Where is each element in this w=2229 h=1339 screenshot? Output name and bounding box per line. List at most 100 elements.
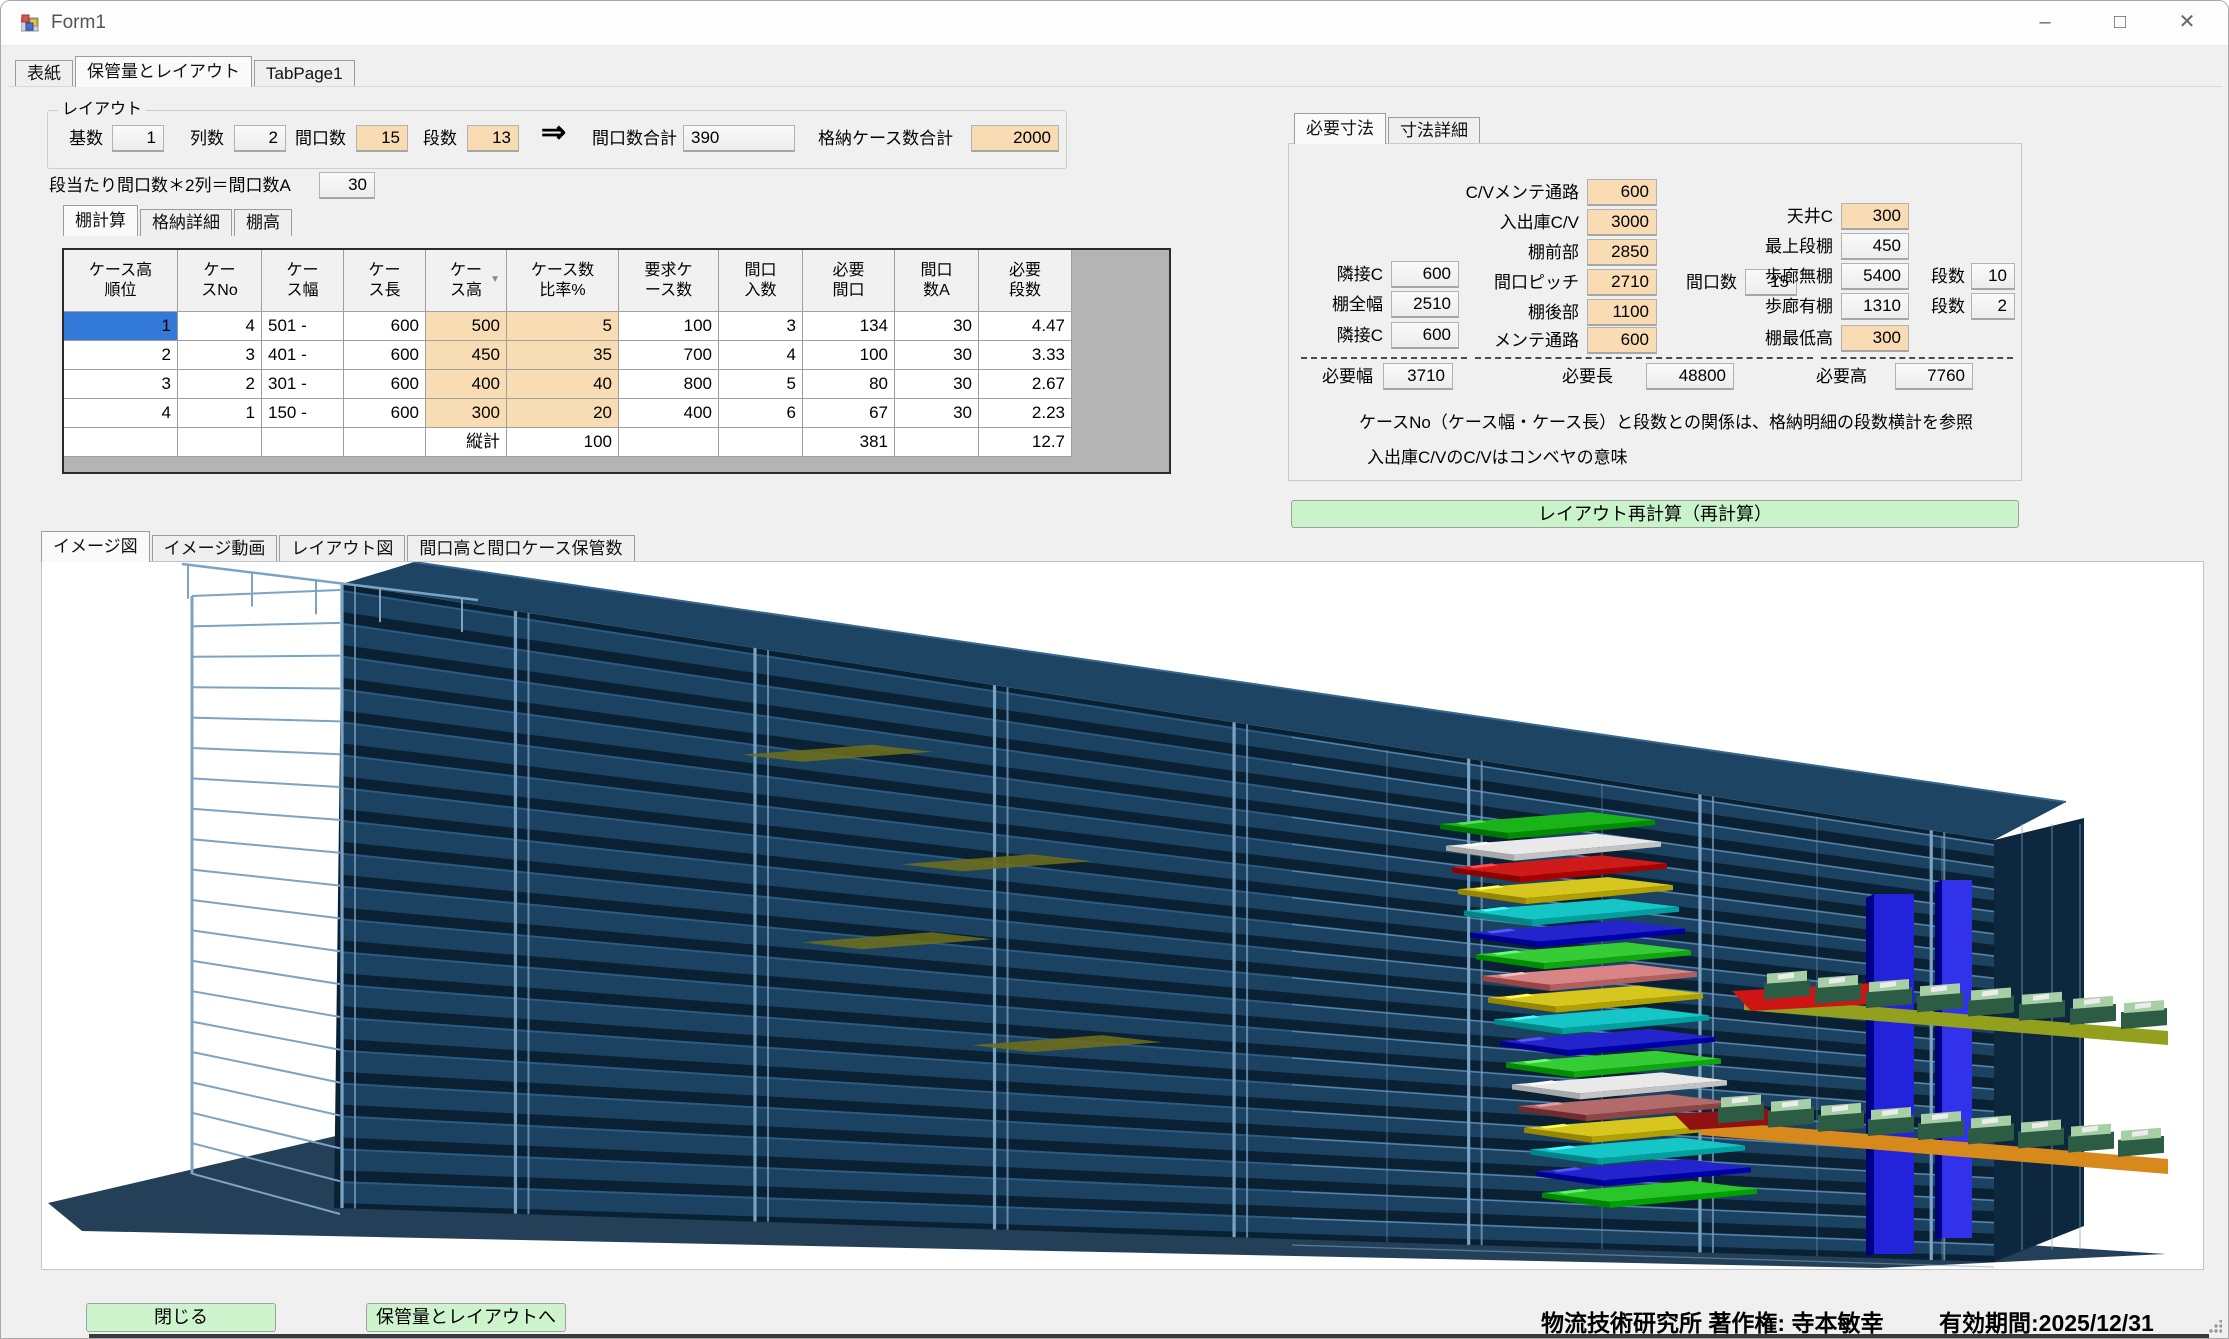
- tab-shelf-calc[interactable]: 棚計算: [63, 205, 138, 236]
- walkway-shelf-field[interactable]: 1310: [1841, 293, 1909, 320]
- cell[interactable]: 100: [803, 341, 895, 370]
- col-header-case-height[interactable]: ケー ス高▼: [426, 250, 507, 312]
- cell[interactable]: [895, 428, 979, 457]
- cell[interactable]: 100: [619, 312, 719, 341]
- cell[interactable]: 30: [895, 312, 979, 341]
- tab-dims-detail[interactable]: 寸法詳細: [1388, 117, 1480, 144]
- cell[interactable]: 20: [507, 399, 619, 428]
- col-header[interactable]: 間口 数A: [895, 250, 979, 312]
- tab-shelf-height[interactable]: 棚高: [234, 209, 292, 236]
- cell[interactable]: 4: [178, 312, 262, 341]
- close-button[interactable]: ✕: [2154, 1, 2220, 44]
- tab-image-view[interactable]: イメージ図: [41, 531, 150, 562]
- cell[interactable]: 700: [619, 341, 719, 370]
- minimize-button[interactable]: –: [2012, 1, 2078, 44]
- cell[interactable]: 4: [64, 399, 178, 428]
- cell[interactable]: 4.47: [979, 312, 1072, 341]
- cell[interactable]: [719, 428, 803, 457]
- cell[interactable]: 401 - 500: [262, 341, 344, 370]
- col-header[interactable]: ケース高 順位: [64, 250, 178, 312]
- cell[interactable]: 3: [64, 370, 178, 399]
- cell[interactable]: 400: [426, 370, 507, 399]
- tab-required-dims[interactable]: 必要寸法: [1294, 113, 1386, 144]
- shelf-min-height-field[interactable]: 300: [1841, 325, 1909, 352]
- base-count-field[interactable]: 1: [112, 125, 164, 152]
- tab-tabpage1[interactable]: TabPage1: [254, 60, 355, 87]
- cell[interactable]: 1: [64, 312, 178, 341]
- io-conveyor-field[interactable]: 3000: [1587, 209, 1657, 236]
- cell[interactable]: 12.7: [979, 428, 1072, 457]
- cell[interactable]: 2.67: [979, 370, 1072, 399]
- tab-cover[interactable]: 表紙: [15, 60, 73, 87]
- col-header[interactable]: ケー ス幅: [262, 250, 344, 312]
- cell[interactable]: 3: [178, 341, 262, 370]
- cell[interactable]: 35: [507, 341, 619, 370]
- cell[interactable]: 80: [803, 370, 895, 399]
- cell[interactable]: 30: [895, 370, 979, 399]
- cell[interactable]: 600: [344, 399, 426, 428]
- cell[interactable]: 30: [895, 399, 979, 428]
- resize-grip[interactable]: [2208, 1320, 2222, 1334]
- tab-layout-view[interactable]: レイアウト図: [279, 535, 405, 562]
- cell[interactable]: 30: [895, 341, 979, 370]
- cell[interactable]: 600: [344, 370, 426, 399]
- cell[interactable]: 3: [719, 312, 803, 341]
- col-header[interactable]: ケース数 比率%: [507, 250, 619, 312]
- cell[interactable]: 2: [178, 370, 262, 399]
- per-stage-field[interactable]: 30: [319, 172, 375, 199]
- walkway-noshelf-field[interactable]: 5400: [1841, 263, 1909, 290]
- shelf-rear-field[interactable]: 1100: [1587, 299, 1657, 326]
- cell[interactable]: 2: [64, 341, 178, 370]
- col-header[interactable]: 必要 間口: [803, 250, 895, 312]
- col-header[interactable]: 間口 入数: [719, 250, 803, 312]
- tab-opening-height[interactable]: 間口高と間口ケース保管数: [407, 535, 634, 562]
- tab-storage-detail[interactable]: 格納詳細: [140, 209, 232, 236]
- stages-noshelf-field[interactable]: 10: [1971, 263, 2015, 290]
- cell[interactable]: [619, 428, 719, 457]
- cell[interactable]: 600: [344, 312, 426, 341]
- stage-count-field[interactable]: 13: [467, 125, 519, 152]
- tab-storage-layout[interactable]: 保管量とレイアウト: [75, 56, 252, 87]
- cell[interactable]: 400: [619, 399, 719, 428]
- required-width-field[interactable]: 3710: [1383, 363, 1453, 390]
- maximize-button[interactable]: □: [2087, 1, 2153, 44]
- total-cases-field[interactable]: 2000: [971, 125, 1059, 152]
- cell[interactable]: [344, 428, 426, 457]
- layout-recalc-button[interactable]: レイアウト再計算（再計算）: [1291, 500, 2019, 528]
- cell[interactable]: 1: [178, 399, 262, 428]
- close-form-button[interactable]: 閉じる: [86, 1303, 276, 1332]
- cell[interactable]: 67: [803, 399, 895, 428]
- top-shelf-field[interactable]: 450: [1841, 233, 1909, 260]
- cell[interactable]: 134: [803, 312, 895, 341]
- ceiling-c-field[interactable]: 300: [1841, 203, 1909, 230]
- cell[interactable]: 500: [426, 312, 507, 341]
- col-header[interactable]: ケー スNo: [178, 250, 262, 312]
- shelf-front-field[interactable]: 2850: [1587, 239, 1657, 266]
- total-openings-field[interactable]: 390: [683, 125, 795, 152]
- cell[interactable]: [64, 428, 178, 457]
- opening-pitch-field[interactable]: 2710: [1587, 269, 1657, 296]
- goto-storage-layout-button[interactable]: 保管量とレイアウトへ: [366, 1303, 566, 1332]
- opening-count-field[interactable]: 15: [356, 125, 408, 152]
- col-header[interactable]: 要求ケ ース数: [619, 250, 719, 312]
- cell[interactable]: 100: [507, 428, 619, 457]
- cell[interactable]: 4: [719, 341, 803, 370]
- tab-image-anim[interactable]: イメージ動画: [152, 535, 278, 562]
- cell[interactable]: 150 - 300: [262, 399, 344, 428]
- cell[interactable]: 40: [507, 370, 619, 399]
- cell[interactable]: 800: [619, 370, 719, 399]
- stages-shelf-field[interactable]: 2: [1971, 293, 2015, 320]
- cell[interactable]: 301 - 400: [262, 370, 344, 399]
- cell[interactable]: 3.33: [979, 341, 1072, 370]
- row-count-field[interactable]: 2: [234, 125, 286, 152]
- col-header[interactable]: ケー ス長: [344, 250, 426, 312]
- col-header[interactable]: 必要 段数: [979, 250, 1072, 312]
- cell[interactable]: 5: [719, 370, 803, 399]
- required-height-field[interactable]: 7760: [1895, 363, 1973, 390]
- cv-maint-aisle-field[interactable]: 600: [1587, 179, 1657, 206]
- cell[interactable]: 381: [803, 428, 895, 457]
- total-label-cell[interactable]: 縦計: [426, 428, 507, 457]
- cell[interactable]: 600: [344, 341, 426, 370]
- cell[interactable]: [262, 428, 344, 457]
- cell[interactable]: 6: [719, 399, 803, 428]
